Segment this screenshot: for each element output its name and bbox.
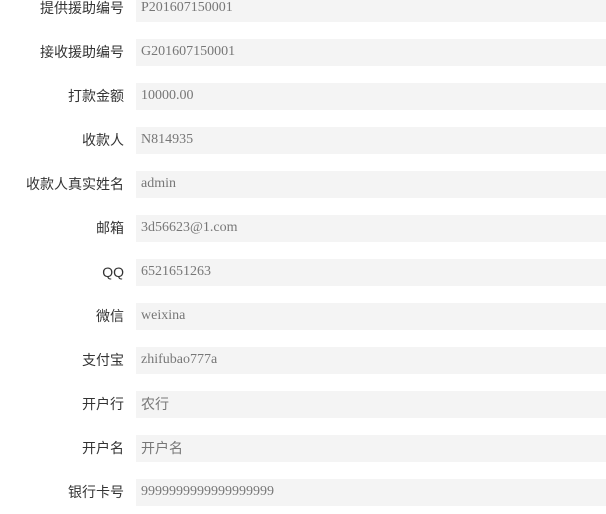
- payee-label: 收款人: [82, 133, 124, 149]
- alipay-label: 支付宝: [82, 353, 124, 369]
- payee-field[interactable]: N814935: [136, 126, 606, 154]
- payment-amount-label: 打款金额: [68, 89, 124, 105]
- alipay-field[interactable]: zhifubao777a: [136, 346, 606, 374]
- payee-real-name-field[interactable]: admin: [136, 170, 606, 198]
- row-alipay: 支付宝 zhifubao777a: [0, 338, 606, 382]
- receive-aid-id-label: 接收援助编号: [40, 45, 124, 61]
- row-email: 邮箱 3d56623@1.com: [0, 206, 606, 250]
- qq-field[interactable]: 6521651263: [136, 258, 606, 286]
- row-provide-aid-id: 提供援助编号 P201607150001: [0, 0, 606, 30]
- row-receive-aid-id: 接收援助编号 G201607150001: [0, 30, 606, 74]
- row-payee: 收款人 N814935: [0, 118, 606, 162]
- bank-card-number-label: 银行卡号: [68, 485, 124, 501]
- aid-detail-form: 提供援助编号 P201607150001 接收援助编号 G20160715000…: [0, 0, 606, 514]
- row-wechat: 微信 weixina: [0, 294, 606, 338]
- row-qq: QQ 6521651263: [0, 250, 606, 294]
- provide-aid-id-field[interactable]: P201607150001: [136, 0, 606, 22]
- receive-aid-id-field[interactable]: G201607150001: [136, 38, 606, 66]
- provide-aid-id-label: 提供援助编号: [40, 1, 124, 17]
- email-field[interactable]: 3d56623@1.com: [136, 214, 606, 242]
- account-name-field[interactable]: 开户名: [136, 434, 606, 462]
- row-account-name: 开户名 开户名: [0, 426, 606, 470]
- payee-real-name-label: 收款人真实姓名: [26, 177, 124, 193]
- bank-card-number-field[interactable]: 9999999999999999999: [136, 478, 606, 506]
- row-bank: 开户行 农行: [0, 382, 606, 426]
- row-payee-real-name: 收款人真实姓名 admin: [0, 162, 606, 206]
- bank-field[interactable]: 农行: [136, 390, 606, 418]
- wechat-label: 微信: [96, 309, 124, 325]
- row-payment-amount: 打款金额 10000.00: [0, 74, 606, 118]
- bank-label: 开户行: [82, 397, 124, 413]
- email-label: 邮箱: [96, 221, 124, 237]
- payment-amount-field[interactable]: 10000.00: [136, 82, 606, 110]
- wechat-field[interactable]: weixina: [136, 302, 606, 330]
- account-name-label: 开户名: [82, 441, 124, 457]
- qq-label: QQ: [102, 264, 124, 280]
- row-bank-card-number: 银行卡号 9999999999999999999: [0, 470, 606, 514]
